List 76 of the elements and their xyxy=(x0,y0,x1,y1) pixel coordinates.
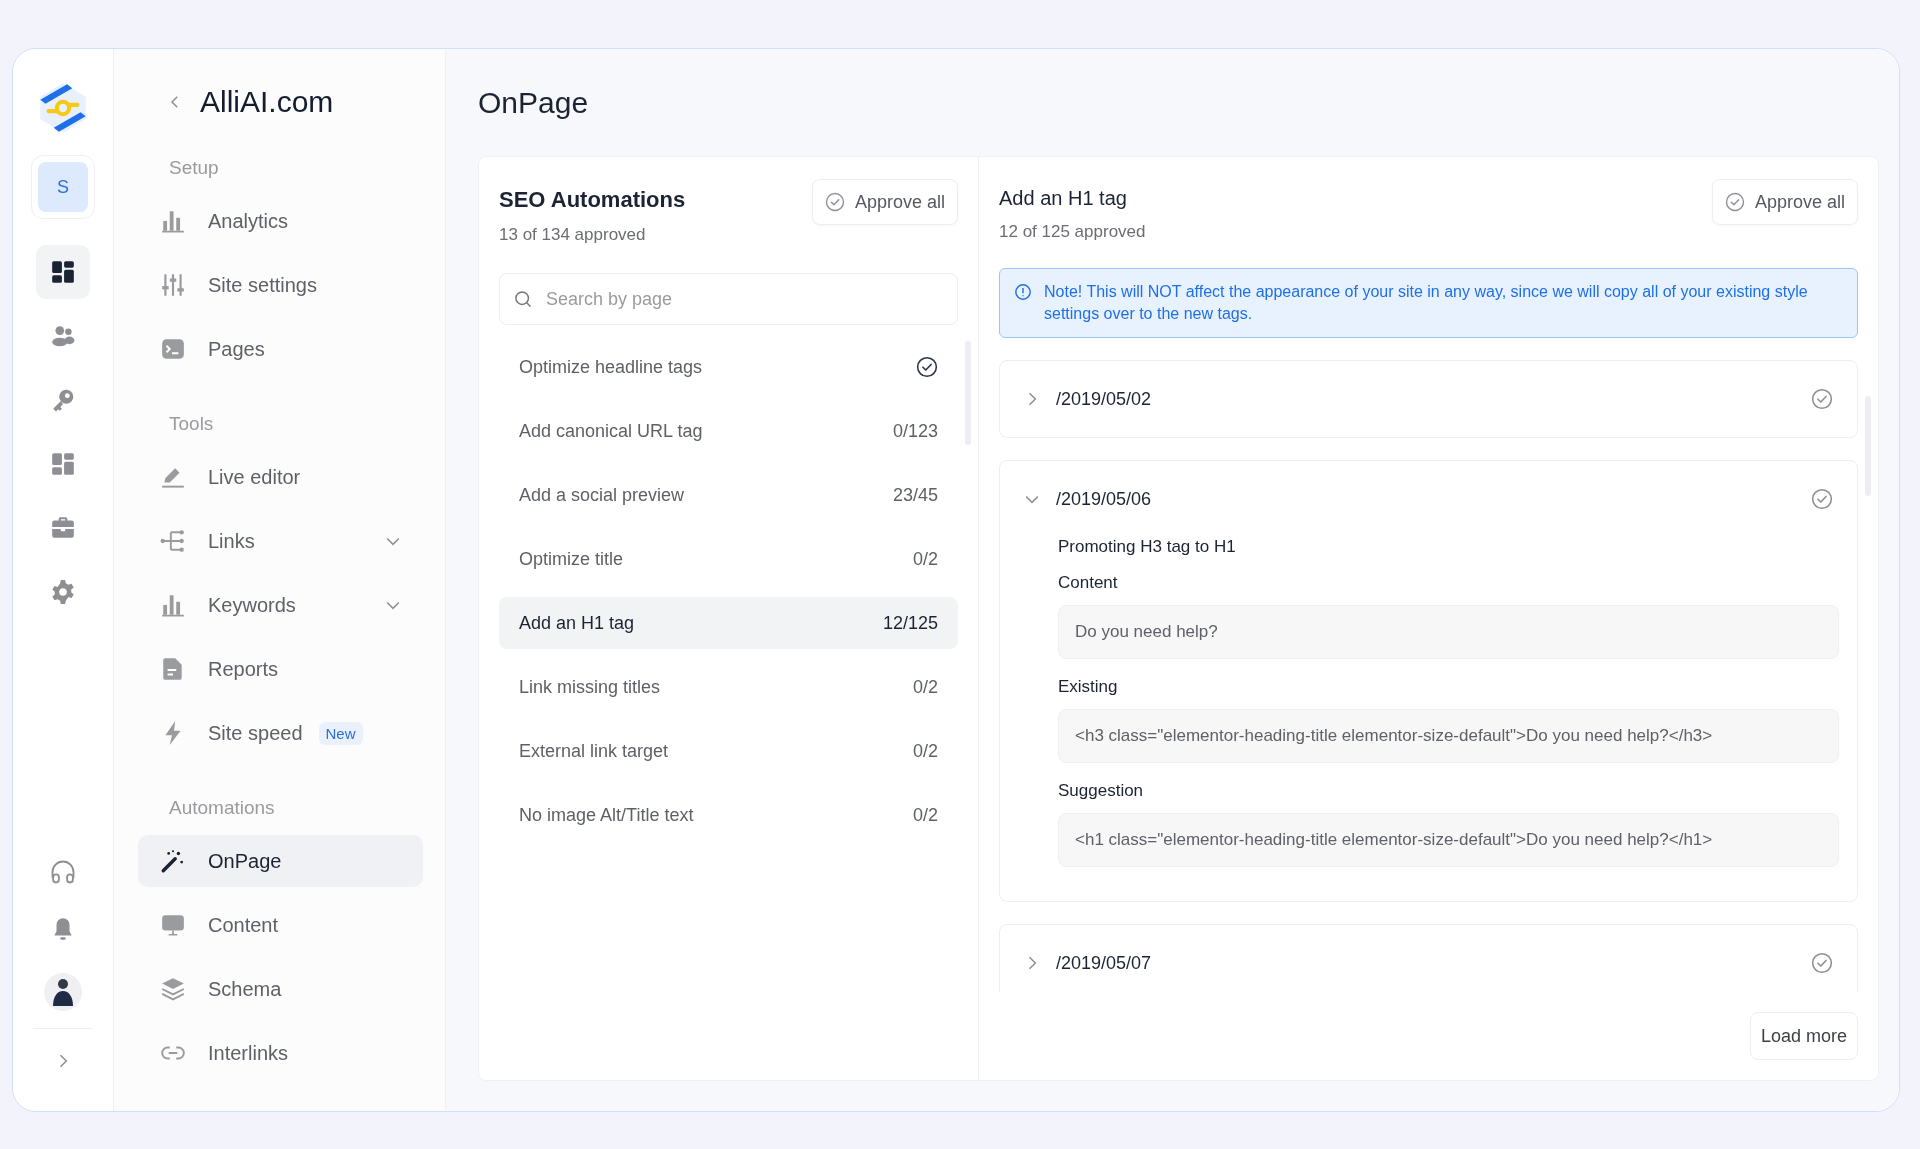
page-row[interactable]: /2019/05/07 xyxy=(1000,925,1857,992)
automation-count: 0/2 xyxy=(912,676,938,698)
nav-item[interactable]: Keywords xyxy=(138,579,423,631)
readonly-field[interactable]: Do you need help? xyxy=(1058,605,1839,659)
nav-label: Site settings xyxy=(208,273,317,297)
readonly-field[interactable]: <h3 class="elementor-heading-title elementor-size-default">Do you need help?</h3> xyxy=(1058,709,1839,763)
nav-item[interactable]: Site speed New xyxy=(138,707,423,759)
automation-item[interactable]: Optimize title 0/2 xyxy=(499,533,958,585)
automation-count: 23/45 xyxy=(892,484,938,506)
automation-item[interactable]: No image Alt/Title text 0/2 xyxy=(499,789,958,841)
nav-item[interactable]: Analytics xyxy=(138,195,423,247)
panel-title: Add an H1 tag xyxy=(999,187,1128,210)
page-path: /2019/05/06 xyxy=(1056,488,1153,510)
nav-item[interactable]: Content xyxy=(138,899,423,951)
automation-item[interactable]: Add canonical URL tag 0/123 xyxy=(499,405,958,457)
automation-count: 0/123 xyxy=(892,420,938,442)
automation-label: External link target xyxy=(519,740,669,762)
nav-label: Content xyxy=(208,913,279,937)
field-label: Content xyxy=(1058,573,1119,593)
nav-item[interactable]: OnPage xyxy=(138,835,423,887)
nav-label: Keywords xyxy=(208,593,296,617)
page-title: OnPage xyxy=(478,84,590,121)
automation-item[interactable]: External link target 0/2 xyxy=(499,725,958,777)
automation-label: Optimize title xyxy=(519,548,624,570)
nav-label: OnPage xyxy=(208,849,282,873)
automation-label: No image Alt/Title text xyxy=(519,804,694,826)
approve-all-button[interactable]: Approve all xyxy=(1711,179,1858,225)
automation-label: Link missing titles xyxy=(519,676,661,698)
automation-label: Optimize headline tags xyxy=(519,356,703,378)
nav-item[interactable]: Interlinks xyxy=(138,1027,423,1079)
field-label: Suggestion xyxy=(1058,781,1145,801)
section-heading: Tools xyxy=(169,413,215,435)
page-row[interactable]: /2019/05/06 xyxy=(1000,461,1857,537)
note-text: Note! This will NOT affect the appearance of your site in any way, since we will copy all of your existing style settings over to the new tags. xyxy=(1044,282,1809,324)
automation-label: Add canonical URL tag xyxy=(519,420,703,442)
automation-item[interactable]: Optimize headline tags xyxy=(499,341,958,393)
page-path: /2019/05/07 xyxy=(1056,952,1153,974)
nav-item[interactable]: Reports xyxy=(138,643,423,695)
nav-item[interactable]: Links xyxy=(138,515,423,567)
approved-count: 12 of 125 approved xyxy=(999,222,1146,242)
nav-item[interactable]: Schema xyxy=(138,963,423,1015)
automation-count: 0/2 xyxy=(912,804,938,826)
nav-label: Live editor xyxy=(208,465,301,489)
automation-label: Add a social preview xyxy=(519,484,685,506)
automation-item[interactable]: Add a social preview 23/45 xyxy=(499,469,958,521)
automation-count: 0/2 xyxy=(912,548,938,570)
readonly-field[interactable]: <h1 class="elementor-heading-title elementor-size-default">Do you need help?</h1> xyxy=(1058,813,1839,867)
approved-count: 13 of 134 approved xyxy=(499,225,647,245)
page-row[interactable]: /2019/05/02 xyxy=(1000,361,1857,437)
nav-label: Interlinks xyxy=(208,1041,289,1065)
automation-item[interactable]: Link missing titles 0/2 xyxy=(499,661,958,713)
change-heading: Promoting H3 tag to H1 xyxy=(1058,537,1237,557)
panel-title: SEO Automations xyxy=(499,187,686,213)
nav-item[interactable]: Site settings xyxy=(138,259,423,311)
nav-label: Pages xyxy=(208,337,265,361)
nav-item[interactable]: Pages xyxy=(138,323,423,375)
page-path: /2019/05/02 xyxy=(1056,388,1153,410)
workspace-avatar[interactable]: S xyxy=(38,162,88,212)
section-heading: Setup xyxy=(169,157,220,179)
automation-label: Add an H1 tag xyxy=(519,612,635,634)
nav-label: Site speed xyxy=(208,721,303,745)
automation-item[interactable]: Add an H1 tag 12/125 xyxy=(499,597,958,649)
nav-item[interactable]: Live editor xyxy=(138,451,423,503)
section-heading: Automations xyxy=(169,797,276,819)
approve-all-button[interactable]: Approve all xyxy=(811,179,958,225)
load-more-button[interactable]: Load more xyxy=(1749,1012,1858,1060)
nav-label: Reports xyxy=(208,657,279,681)
automation-count: 0/2 xyxy=(912,740,938,762)
automation-count: 12/125 xyxy=(882,612,938,634)
site-title: AlliAI.com xyxy=(200,85,334,119)
nav-label: Schema xyxy=(208,977,282,1001)
nav-label: Analytics xyxy=(208,209,289,233)
new-badge: New xyxy=(318,721,363,745)
field-label: Existing xyxy=(1058,677,1119,697)
nav-label: Links xyxy=(208,529,255,553)
search-field[interactable]: Search by page xyxy=(499,273,958,325)
